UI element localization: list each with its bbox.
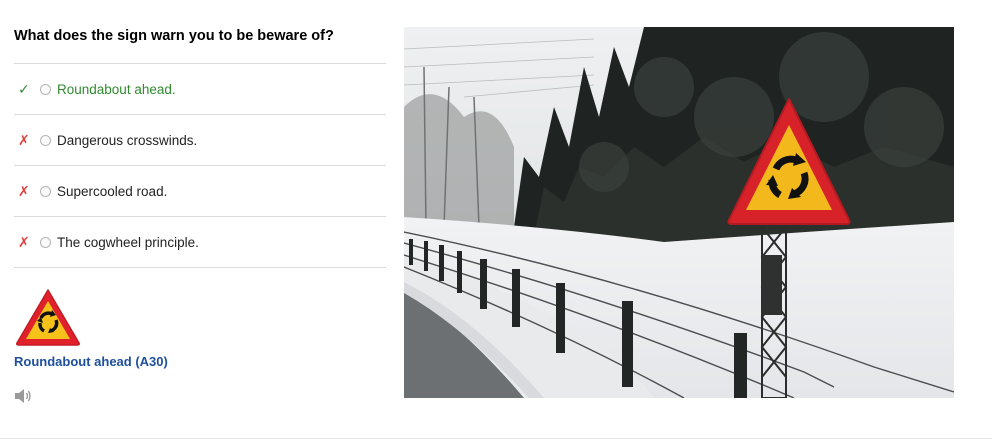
question-text: What does the sign warn you to be beware… xyxy=(14,28,334,44)
answer-option[interactable]: ✗ Supercooled road. xyxy=(14,165,386,216)
answer-options: ✓ Roundabout ahead. ✗ Dangerous crosswin… xyxy=(14,63,386,268)
answer-label: The cogwheel principle. xyxy=(57,234,199,250)
radio-button[interactable] xyxy=(40,134,51,146)
speaker-icon[interactable] xyxy=(14,388,32,404)
answer-option[interactable]: ✗ The cogwheel principle. xyxy=(14,216,386,268)
radio-button[interactable] xyxy=(40,185,51,197)
road-sign-photo xyxy=(404,27,954,398)
roundabout-warning-sign-icon xyxy=(16,289,80,346)
answer-label: Dangerous crosswinds. xyxy=(57,132,198,148)
cross-icon: ✗ xyxy=(18,131,30,148)
answer-option[interactable]: ✗ Dangerous crosswinds. xyxy=(14,114,386,165)
check-icon: ✓ xyxy=(18,80,30,97)
cross-icon: ✗ xyxy=(18,233,30,250)
answer-label: Roundabout ahead. xyxy=(57,81,176,97)
sign-name-link[interactable]: Roundabout ahead (A30) xyxy=(14,354,168,369)
radio-button[interactable] xyxy=(40,236,51,248)
cross-icon: ✗ xyxy=(18,182,30,199)
answer-label: Supercooled road. xyxy=(57,183,168,199)
answer-option[interactable]: ✓ Roundabout ahead. xyxy=(14,63,386,114)
radio-button[interactable] xyxy=(40,83,51,95)
bottom-divider xyxy=(0,438,992,439)
